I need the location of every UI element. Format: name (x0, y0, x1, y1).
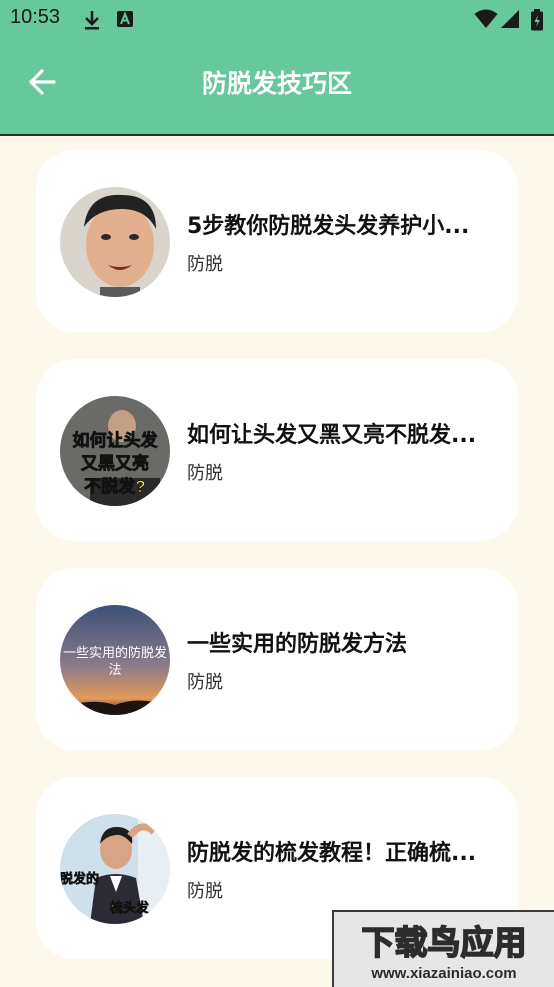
watermark-logo: 下载鸟应用 (362, 923, 527, 962)
page-title: 防脱发技巧区 (201, 69, 352, 98)
video-thumbnail: 一些实用的防脱发 法 (60, 605, 170, 715)
video-thumbnail: 脱发的 梳头发 (60, 814, 170, 924)
card-tag: 防脱 (187, 463, 223, 484)
status-time: 10:53 (10, 6, 61, 28)
list-item[interactable]: 一些实用的防脱发 法 一些实用的防脱发方法 防脱 (36, 568, 518, 750)
watermark-url: www.xiazainiao.com (370, 965, 516, 982)
thumb-caption-line: 一些实用的防脱发 (63, 645, 167, 660)
thumb-caption-line: 脱发的 (60, 871, 99, 886)
card-tag: 防脱 (187, 672, 223, 693)
signal-icon (500, 9, 520, 33)
watermark: 下载鸟应用 www.xiazainiao.com (332, 910, 554, 987)
card-title: 防脱发的梳发教程！正确梳... (187, 841, 477, 866)
status-bar: 10:53 (0, 0, 554, 40)
thumb-caption-line: 梳头发 (110, 900, 150, 915)
thumb-caption-line: 法 (108, 662, 121, 677)
list-item[interactable]: 5步教你防脱发头发养护小... 防脱 (36, 150, 518, 332)
card-title: 一些实用的防脱发方法 (187, 632, 408, 657)
battery-icon (530, 9, 544, 35)
card-title: 如何让头发又黑又亮不脱发... (187, 423, 477, 448)
card-title: 5步教你防脱发头发养护小... (187, 214, 470, 239)
card-tag: 防脱 (187, 254, 223, 275)
video-thumbnail: 如何让头发 又黑又亮 不脱发? (60, 396, 170, 506)
thumb-caption-line: 又黑又亮 (81, 453, 149, 473)
download-icon (82, 9, 102, 35)
video-thumbnail (60, 187, 170, 297)
wifi-icon (474, 9, 498, 33)
thumb-caption-line: 如何让头发 (73, 430, 159, 450)
thumb-caption-line: 不脱发? (84, 476, 145, 496)
font-app-icon (116, 9, 134, 33)
card-tag: 防脱 (187, 881, 223, 902)
list-item[interactable]: 如何让头发 又黑又亮 不脱发? 如何让头发又黑又亮不脱发... 防脱 (36, 359, 518, 541)
app-bar: 防脱发技巧区 (0, 40, 554, 136)
